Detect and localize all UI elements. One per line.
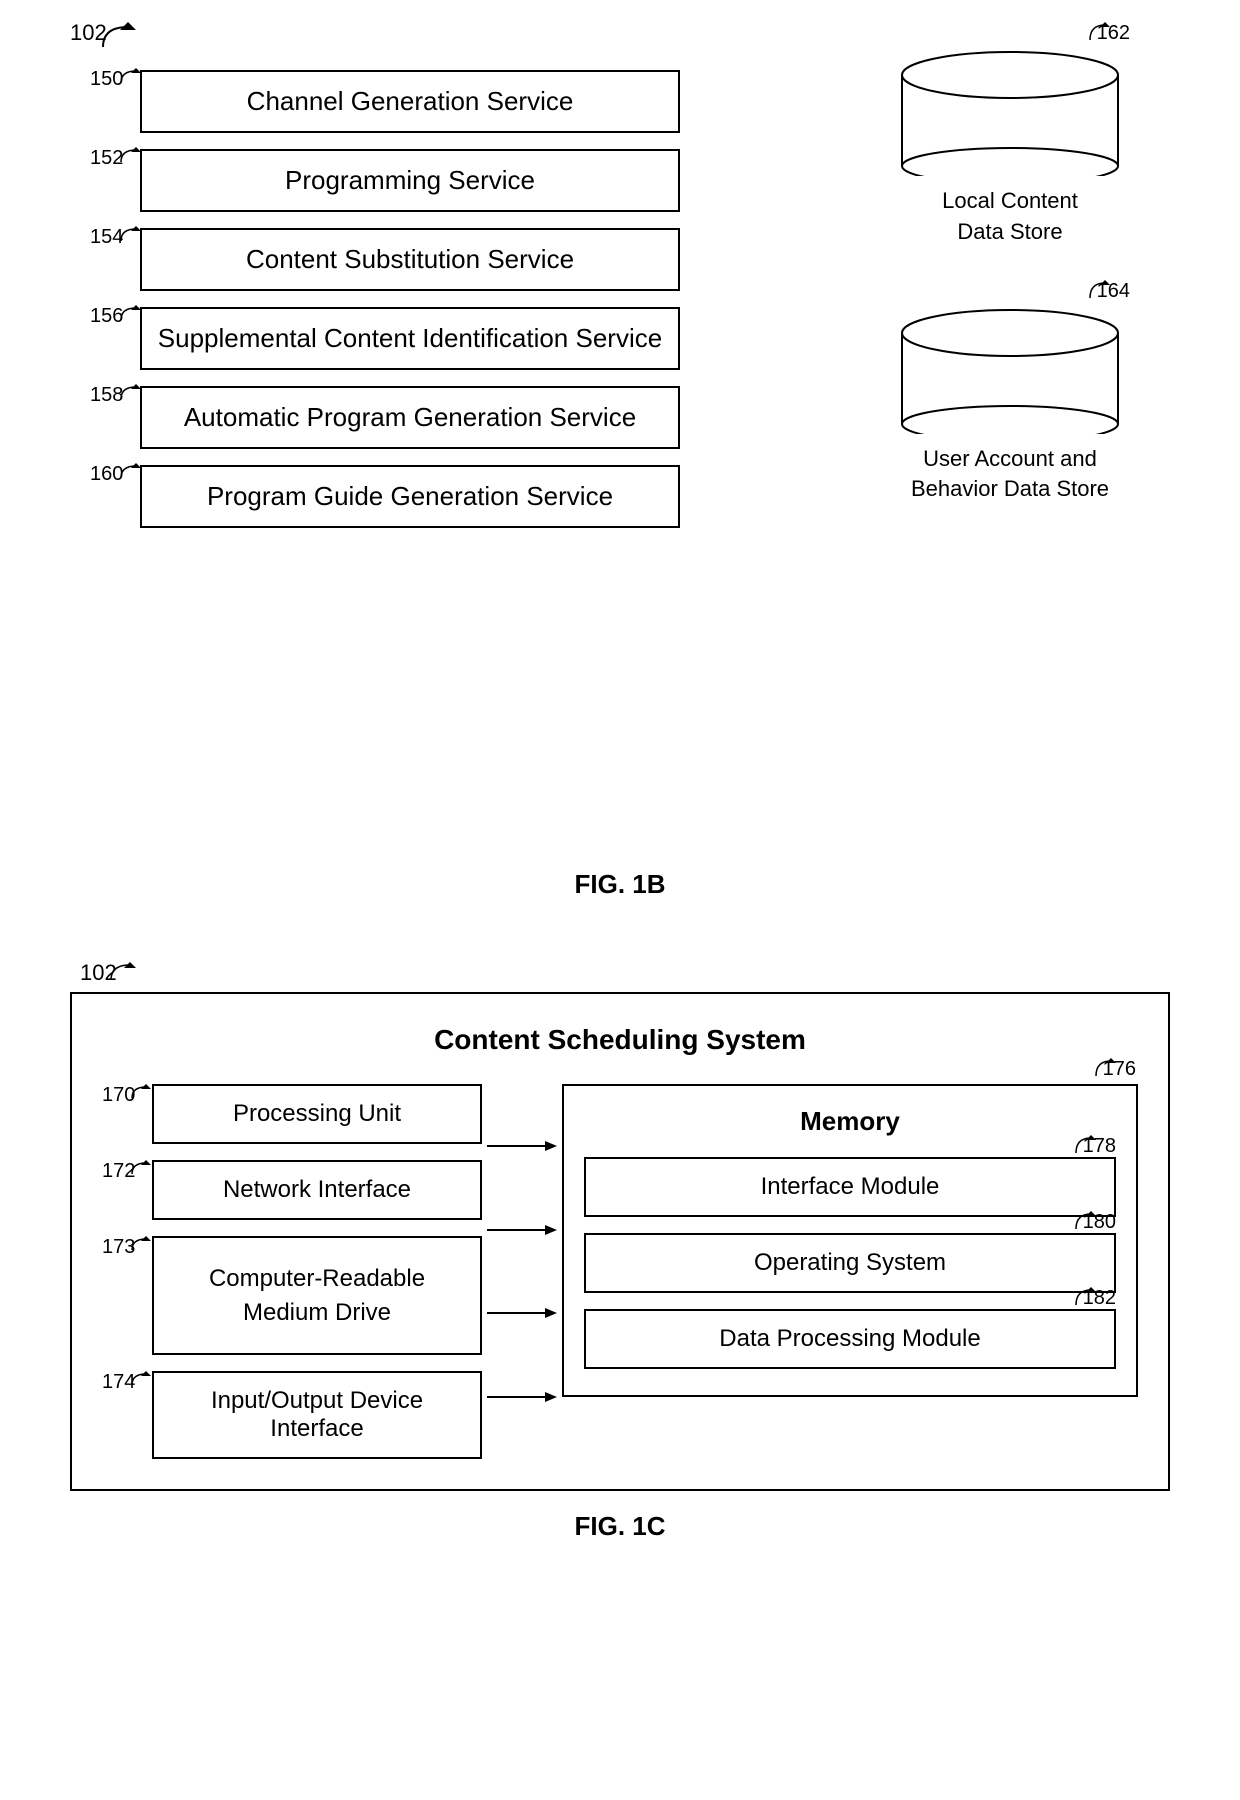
connect-arrow-2 [487,1303,557,1323]
service-box-3: Supplemental Content Identification Serv… [140,307,680,370]
fig1c-main-ref: 102 [80,960,117,986]
fig1b-caption: FIG. 1B [70,869,1170,900]
fig1c-outer-box: Content Scheduling System 170 Processing… [70,992,1170,1491]
service-row-2: 154 Content Substitution Service [90,228,680,291]
module-box-2: Data Processing Module [584,1309,1116,1369]
cylinder-body-0 [900,76,1120,176]
module-row-0: 178 Interface Module [584,1157,1116,1217]
unit-row-0: 170 Processing Unit [102,1084,482,1144]
fig1c-arrows [482,1084,562,1459]
unit-row-2: 173 Computer-ReadableMedium Drive [102,1236,482,1355]
datastore-1: 164 User Account andBehavior Data Store [890,308,1130,506]
module-box-1: Operating System [584,1233,1116,1293]
service-row-3: 156 Supplemental Content Identification … [90,307,680,370]
unit-ref-arrow-2 [130,1236,152,1254]
fig1c-inner: 170 Processing Unit 172 [102,1084,1138,1459]
module-ref-arrow-0 [1073,1135,1098,1157]
unit-box-2: Computer-ReadableMedium Drive [152,1236,482,1355]
datastore-ref-arrow-0 [1087,22,1112,44]
service-box-1: Programming Service [140,149,680,212]
fig1c-section: 102 Content Scheduling System 170 Proces [20,960,1220,1542]
service-box-5: Program Guide Generation Service [140,465,680,528]
module-ref-arrow-2 [1073,1287,1098,1309]
service-ref-arrow-2 [118,226,143,246]
unit-ref-arrow-3 [130,1371,152,1389]
service-row-5: 160 Program Guide Generation Service [90,465,680,528]
fig1c-caption: FIG. 1C [20,1511,1220,1542]
fig1b-right-col: 162 Local ContentData Store 164 [870,50,1150,505]
service-row-1: 152 Programming Service [90,149,680,212]
service-box-4: Automatic Program Generation Service [140,386,680,449]
connect-arrow-0 [487,1136,557,1156]
service-box-0: Channel Generation Service [140,70,680,133]
memory-title: Memory [584,1106,1116,1137]
module-row-1: 180 Operating System [584,1233,1116,1293]
service-ref-arrow-4 [118,384,143,404]
service-ref-arrow-3 [118,305,143,325]
fig1b-section: 102 150 Channel Generation Service 152 [70,20,1170,920]
fig1b-arrow [98,22,138,52]
service-ref-arrow-1 [118,147,143,167]
datastore-ref-arrow-1 [1087,280,1112,302]
service-row-4: 158 Automatic Program Generation Service [90,386,680,449]
fig1c-ref-arrow [108,962,138,984]
datastore-label-0: Local ContentData Store [942,186,1078,248]
module-box-0: Interface Module [584,1157,1116,1217]
unit-row-3: 174 Input/Output Device Interface [102,1371,482,1459]
service-box-2: Content Substitution Service [140,228,680,291]
unit-box-3: Input/Output Device Interface [152,1371,482,1459]
service-ref-arrow-5 [118,463,143,483]
memory-ref-arrow [1093,1058,1118,1080]
module-ref-arrow-1 [1073,1211,1098,1233]
unit-ref-arrow-0 [130,1084,152,1102]
datastore-label-1: User Account andBehavior Data Store [911,444,1109,506]
unit-box-1: Network Interface [152,1160,482,1220]
datastore-0: 162 Local ContentData Store [890,50,1130,248]
module-row-2: 182 Data Processing Module [584,1309,1116,1369]
fig1c-memory-box: 176 Memory 178 Interface Module [562,1084,1138,1397]
fig1c-title: Content Scheduling System [102,1024,1138,1056]
service-row-0: 150 Channel Generation Service [90,70,680,133]
cylinder-body-1 [900,334,1120,434]
unit-ref-arrow-1 [130,1160,152,1178]
fig1b-left-col: 150 Channel Generation Service 152 Progr… [90,70,680,544]
service-ref-arrow-0 [118,68,143,88]
connect-arrow-1 [487,1220,557,1240]
unit-row-1: 172 Network Interface [102,1160,482,1220]
fig1c-left-col: 170 Processing Unit 172 [102,1084,482,1459]
connect-arrow-3 [487,1387,557,1407]
unit-box-0: Processing Unit [152,1084,482,1144]
